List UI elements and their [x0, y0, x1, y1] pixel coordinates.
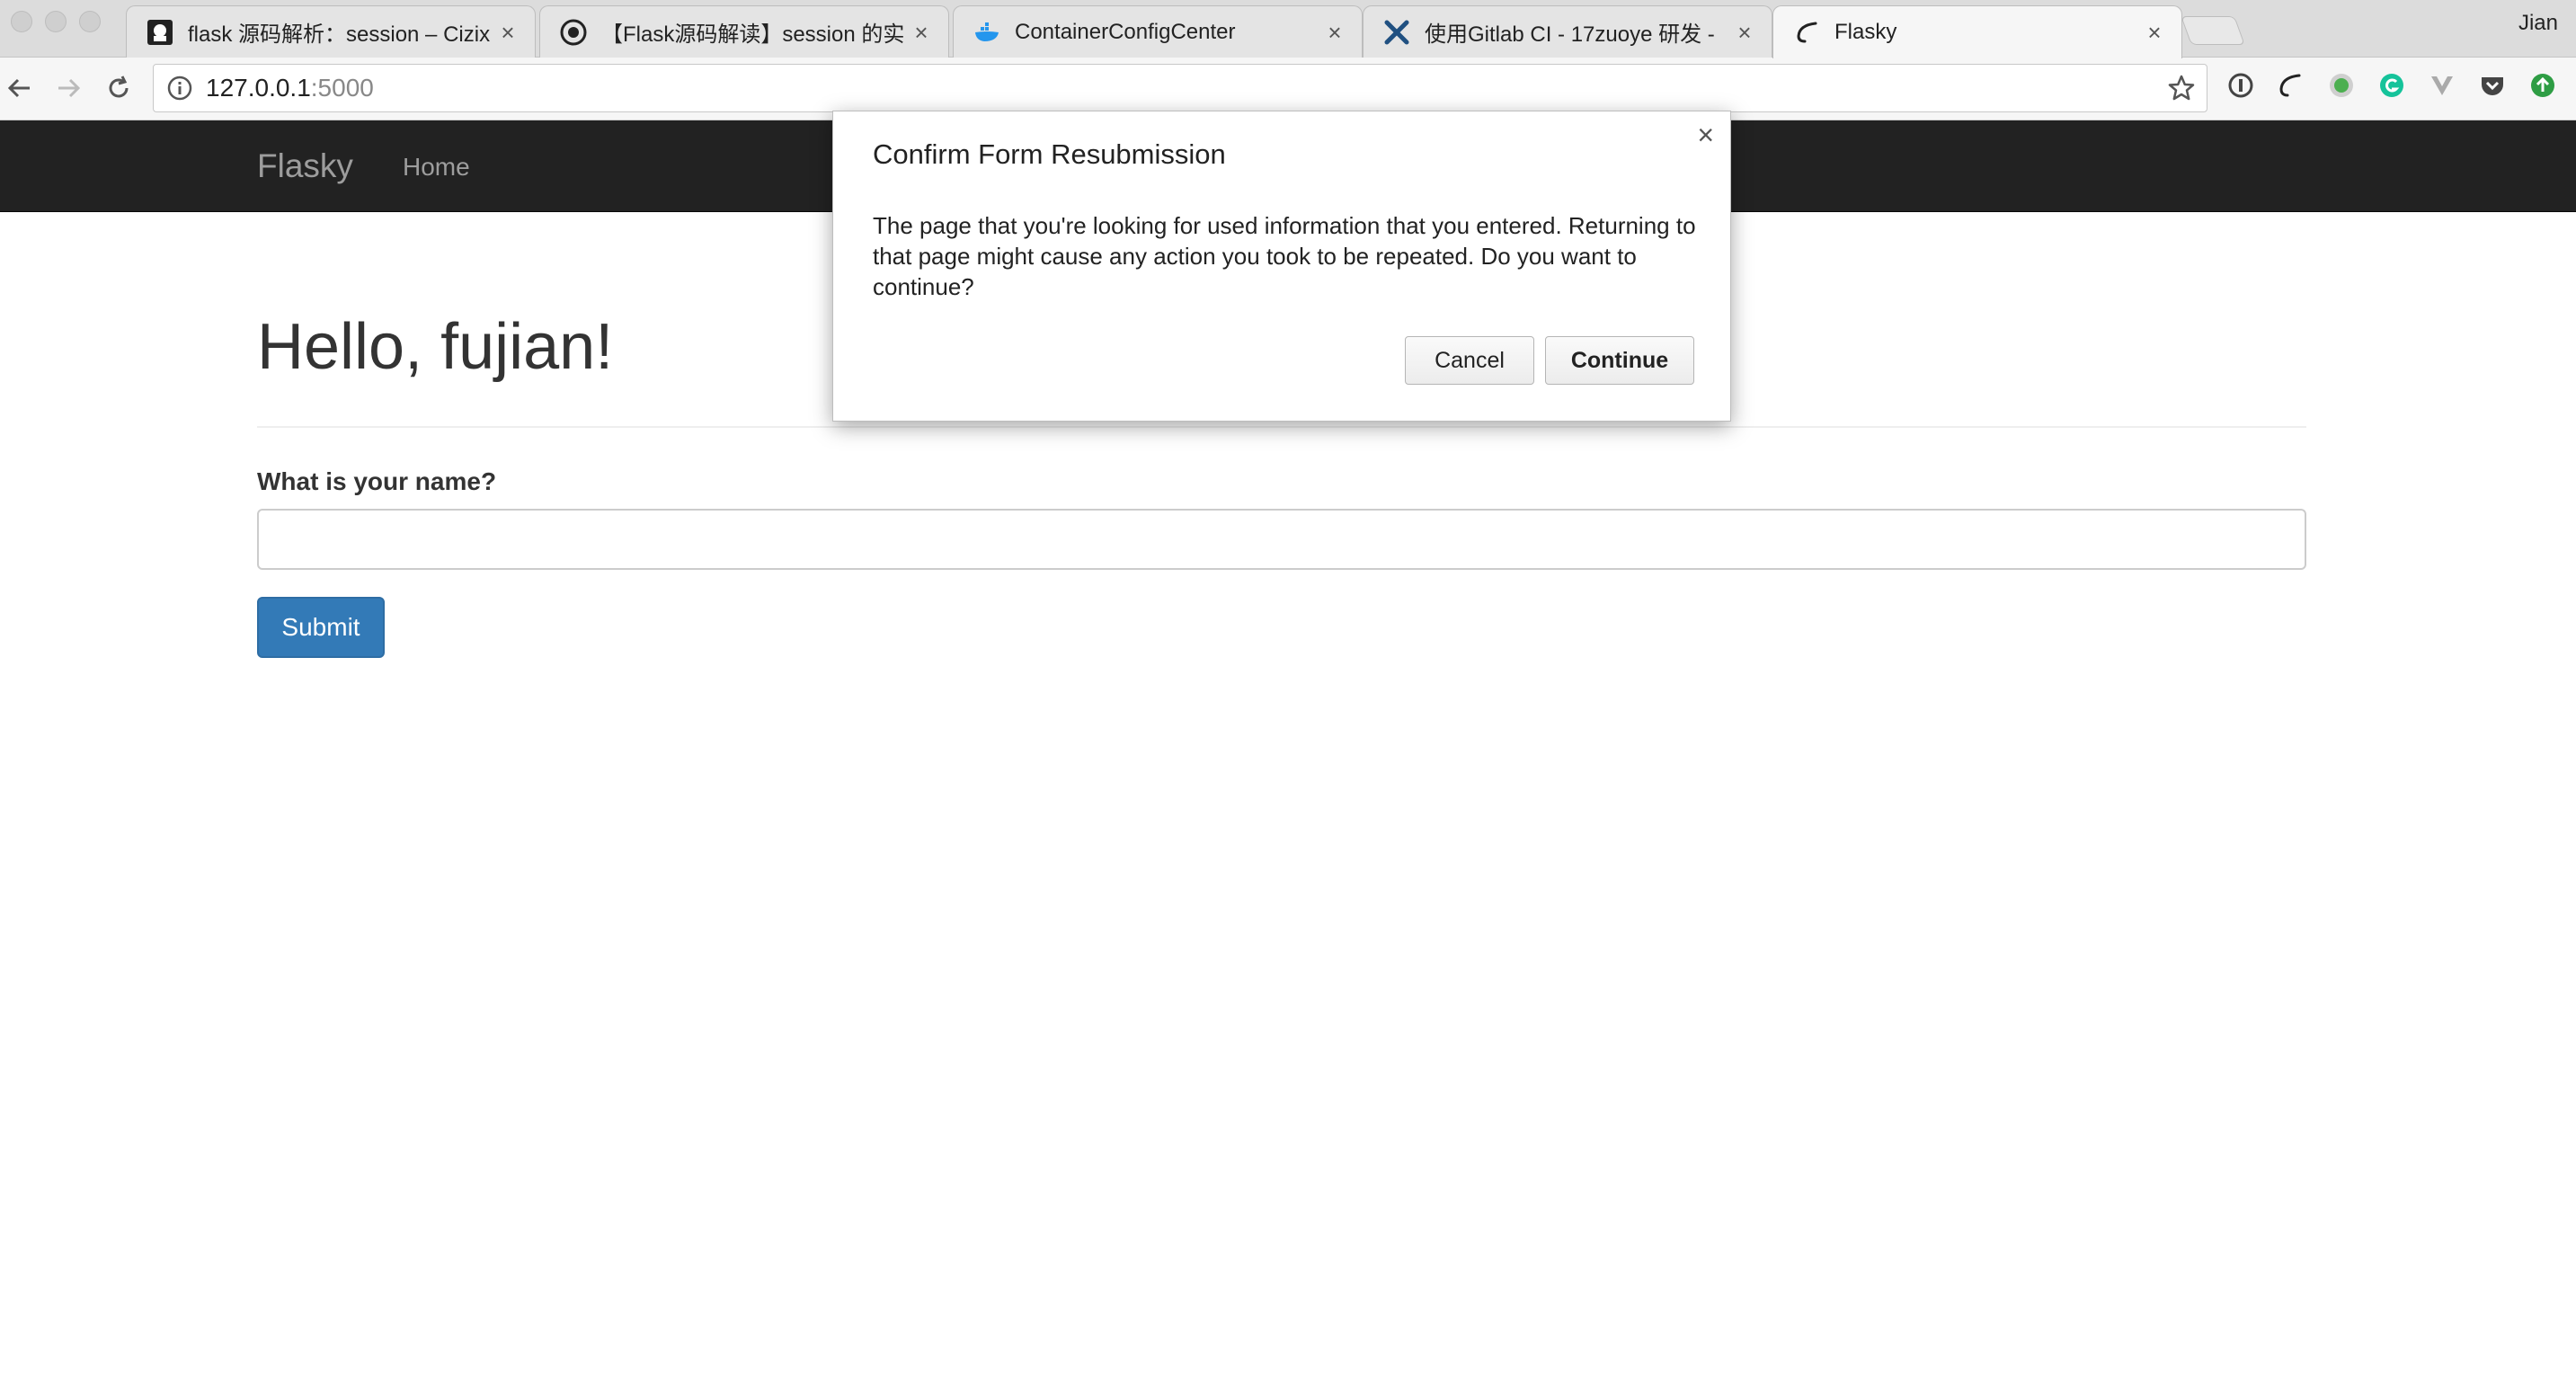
navbar-brand[interactable]: Flasky — [257, 147, 353, 185]
close-icon[interactable]: × — [1697, 120, 1714, 149]
cat-avatar-icon — [560, 19, 587, 46]
browser-tab-active[interactable]: Flasky × — [1772, 5, 2182, 58]
name-label: What is your name? — [257, 467, 497, 495]
github-avatar-icon — [147, 19, 173, 46]
dialog-button-row: Cancel Continue — [1405, 336, 1694, 385]
dialog-title: Confirm Form Resubmission — [873, 138, 1226, 170]
submit-button[interactable]: Submit — [257, 597, 385, 658]
profile-name[interactable]: Jian — [2518, 11, 2558, 36]
window-close-dot[interactable] — [11, 11, 32, 32]
tab-strip: flask 源码解析：session – Cizix × 【Flask源码解读】… — [0, 0, 2576, 58]
tab-close-icon[interactable]: × — [1324, 21, 1346, 44]
tab-title: 【Flask源码解读】session 的实 — [601, 22, 905, 47]
reload-icon — [109, 76, 129, 98]
tab-title: flask 源码解析：session – Cizix — [188, 22, 491, 47]
confluence-x-icon — [1383, 19, 1410, 46]
arrow-right-icon — [58, 78, 81, 98]
docker-whale-icon — [973, 19, 1000, 46]
tab-close-icon[interactable]: × — [910, 21, 932, 44]
resubmission-dialog: × Confirm Form Resubmission The page tha… — [832, 111, 1731, 422]
arrow-left-icon — [7, 78, 30, 98]
flask-horn-icon — [1793, 19, 1820, 46]
tab-close-icon[interactable]: × — [497, 21, 519, 44]
browser-tab[interactable]: 使用Gitlab CI - 17zuoye 研发 - × — [1363, 5, 1772, 58]
window-zoom-dot[interactable] — [79, 11, 101, 32]
url-host: 127.0.0.1 — [206, 74, 311, 102]
name-input[interactable] — [257, 509, 2306, 570]
tab-close-icon[interactable]: × — [1734, 21, 1755, 44]
info-icon[interactable] — [166, 75, 193, 102]
flask-horn-icon[interactable] — [2274, 70, 2305, 101]
new-tab-button[interactable] — [2181, 16, 2245, 45]
browser-tab[interactable]: flask 源码解析：session – Cizix × — [126, 5, 536, 58]
forward-button[interactable] — [52, 72, 84, 104]
tab-title: 使用Gitlab CI - 17zuoye 研发 - — [1425, 22, 1715, 47]
cancel-button[interactable]: Cancel — [1405, 336, 1534, 385]
grammarly-icon[interactable] — [2376, 70, 2407, 101]
bookmark-star-icon[interactable] — [2167, 74, 2196, 102]
browser-tab[interactable]: ContainerConfigCenter × — [953, 5, 1363, 58]
tab-title: ContainerConfigCenter — [1015, 19, 1236, 44]
browser-tab[interactable]: 【Flask源码解读】session 的实 × — [539, 5, 949, 58]
address-bar[interactable]: 127.0.0.1 :5000 — [153, 64, 2207, 112]
continue-button[interactable]: Continue — [1545, 336, 1694, 385]
upload-icon[interactable] — [2527, 70, 2558, 101]
dialog-message: The page that you're looking for used in… — [873, 212, 1696, 300]
back-button[interactable] — [4, 72, 36, 104]
pocket-icon[interactable] — [2477, 70, 2508, 101]
onepassword-icon[interactable] — [2225, 70, 2256, 101]
window-minimize-dot[interactable] — [45, 11, 67, 32]
green-dot-icon[interactable] — [2326, 70, 2357, 101]
reload-button[interactable] — [102, 72, 135, 104]
vue-devtools-icon[interactable] — [2427, 70, 2457, 101]
tab-title: Flasky — [1834, 20, 1897, 44]
nav-home-link[interactable]: Home — [403, 153, 470, 182]
tab-close-icon[interactable]: × — [2144, 21, 2165, 44]
url-port: :5000 — [310, 74, 374, 102]
